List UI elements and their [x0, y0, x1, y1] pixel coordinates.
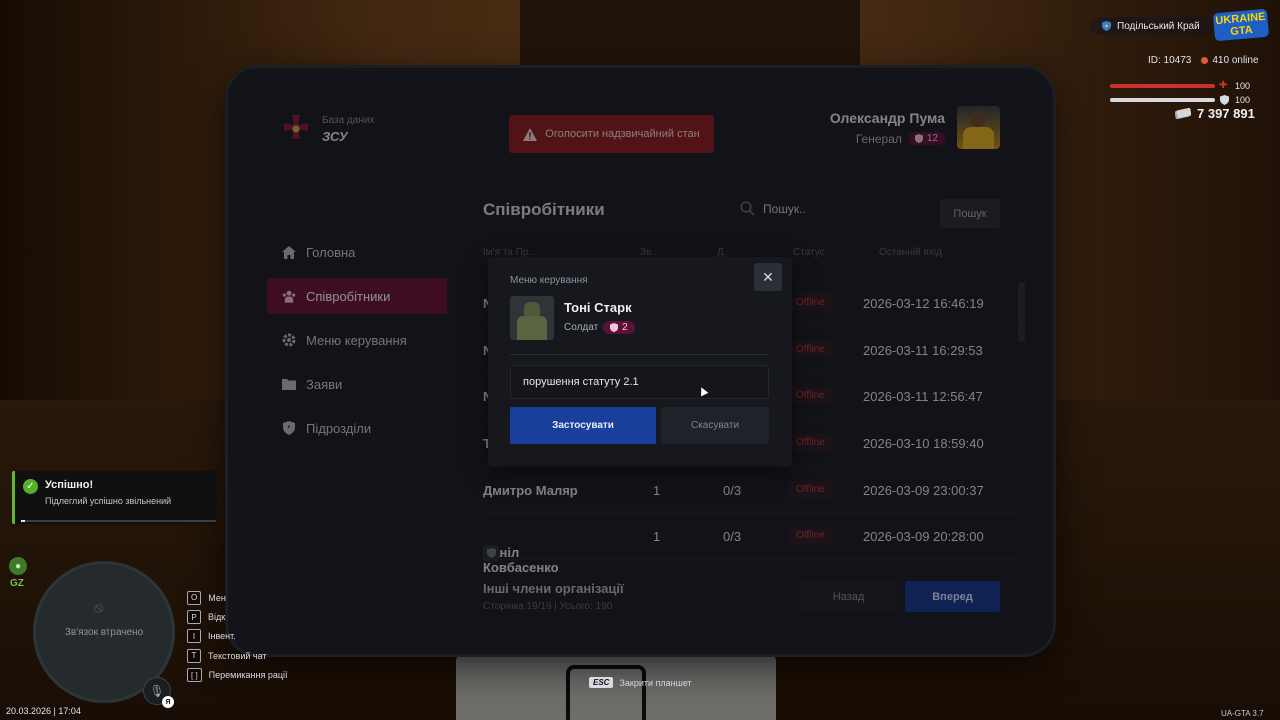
green-zone-label: GZ — [10, 578, 24, 589]
microphone-icon: 🎙 Я — [143, 677, 174, 708]
region-pill: Подільський Край — [1090, 17, 1212, 35]
green-zone-icon: ● — [9, 557, 27, 575]
check-icon: ✓ — [23, 479, 38, 494]
employee-rank-row: Солдат 2 — [564, 321, 635, 334]
player-info: ID: 10473 410 online — [1148, 55, 1259, 66]
hotkey-key: P — [187, 610, 201, 625]
hotkey-key: O — [187, 590, 202, 605]
minimap-status: Зв'язок втрачено — [64, 627, 144, 638]
hotkey-key: I — [187, 629, 201, 644]
hotkey-label: Мен — [208, 592, 226, 603]
modal-title: Меню керування — [510, 275, 588, 286]
hotkey-item: [ ] Перемикання рації — [187, 666, 288, 685]
notification-progress-track — [21, 520, 216, 522]
esc-key: ESC — [589, 677, 614, 688]
employee-name: Тоні Старк — [564, 300, 632, 315]
version-label: UA-GTA 3.7 — [1221, 709, 1264, 718]
health-bar — [1110, 84, 1215, 88]
armor-value: 100 — [1235, 95, 1251, 105]
armor-icon — [1220, 95, 1229, 105]
region-name: Подільський Край — [1117, 20, 1200, 32]
online-icon — [1201, 56, 1209, 64]
hotkey-key: [ ] — [187, 668, 202, 683]
voice-key: Я — [162, 696, 174, 708]
close-button[interactable]: ✕ — [754, 263, 782, 291]
notification-progress-fill — [21, 520, 25, 522]
employee-level: 2 — [622, 322, 628, 333]
hotkey-label: Перемикання рації — [208, 670, 288, 681]
hotkey-item: I Інвент. — [187, 627, 288, 646]
hotkey-label: Інвент. — [208, 631, 236, 642]
apply-button[interactable]: Застосувати — [510, 407, 656, 444]
online-count: 410 online — [1212, 55, 1259, 66]
online-count-row: 410 online — [1201, 55, 1259, 66]
employee-rank: Солдат — [564, 322, 599, 333]
server-logo: UKRAINE GTA — [1212, 8, 1270, 42]
reason-input[interactable] — [510, 365, 769, 399]
money-value: 7 397 891 — [1197, 106, 1255, 121]
hotkey-item: P Відк — [187, 607, 288, 626]
notification-message: Підлеглий успішно звільнений — [45, 496, 172, 506]
player-id: ID: 10473 — [1148, 55, 1192, 66]
health-value: 100 — [1235, 81, 1251, 91]
armor-bar — [1110, 98, 1215, 102]
date-time: 20.03.2026 | 17:04 — [6, 706, 81, 716]
money-display: 7 397 891 — [1175, 106, 1255, 121]
notification-title: Успішно! — [45, 479, 94, 491]
close-icon: ✕ — [762, 268, 774, 285]
close-tablet-hint: ESC Закрити планшет — [589, 677, 692, 688]
hotkey-item: O Мен — [187, 588, 288, 607]
hotkey-hints: O Мен P Відк I Інвент. T Текстовий чат [ ] Пе… — [187, 588, 288, 685]
esc-label: Закрити планшет — [619, 677, 692, 688]
hotkey-key: T — [187, 648, 201, 663]
cancel-button[interactable]: Скасувати — [661, 407, 769, 444]
divider — [510, 354, 769, 355]
employee-level-badge: 2 — [603, 321, 635, 334]
health-icon: ✚ — [1219, 80, 1228, 91]
hotkey-label: Текстовий чат — [208, 650, 267, 661]
region-emblem-icon — [1102, 21, 1111, 31]
money-icon — [1175, 108, 1191, 119]
hotkey-label: Відк — [208, 612, 226, 623]
employee-avatar — [510, 296, 554, 340]
hotkey-item: T Текстовий чат — [187, 646, 288, 665]
success-notification: ✓ Успішно! Підлеглий успішно звільнений — [12, 471, 217, 524]
control-menu-modal: Меню керування ✕ Тоні Старк Солдат 2 Зас… — [488, 257, 792, 466]
shield-icon — [610, 323, 619, 332]
no-signal-icon: ⦸ — [94, 599, 104, 615]
